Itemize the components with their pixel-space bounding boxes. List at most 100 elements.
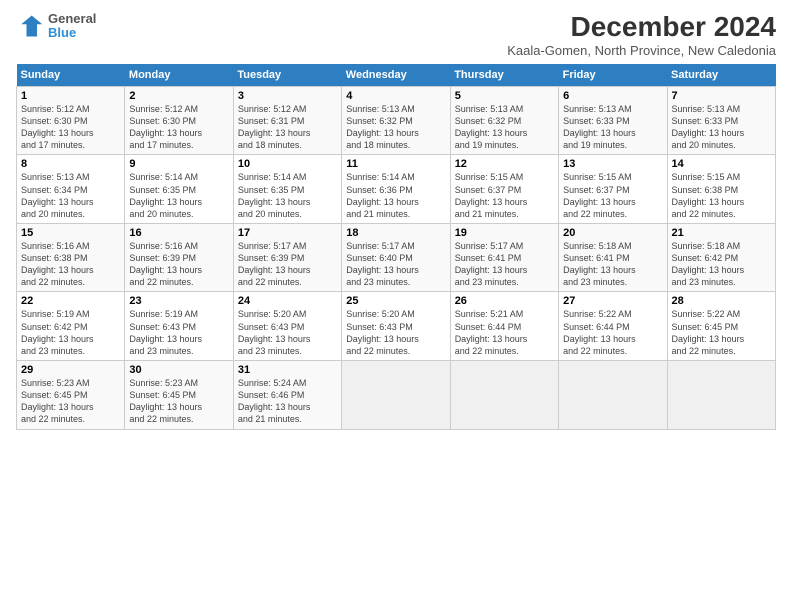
week-row-1: 1Sunrise: 5:12 AM Sunset: 6:30 PM Daylig… [17, 86, 776, 155]
day-number: 30 [129, 364, 228, 376]
day-info: Sunrise: 5:12 AM Sunset: 6:31 PM Dayligh… [238, 103, 337, 152]
week-row-4: 22Sunrise: 5:19 AM Sunset: 6:42 PM Dayli… [17, 292, 776, 361]
day-info: Sunrise: 5:13 AM Sunset: 6:33 PM Dayligh… [563, 103, 662, 152]
day-number: 12 [455, 158, 554, 170]
day-info: Sunrise: 5:15 AM Sunset: 6:38 PM Dayligh… [672, 171, 771, 220]
logo-icon [16, 12, 44, 40]
day-number: 5 [455, 90, 554, 102]
day-info: Sunrise: 5:23 AM Sunset: 6:45 PM Dayligh… [21, 377, 120, 426]
day-info: Sunrise: 5:16 AM Sunset: 6:38 PM Dayligh… [21, 240, 120, 289]
day-info: Sunrise: 5:17 AM Sunset: 6:41 PM Dayligh… [455, 240, 554, 289]
calendar-table: SundayMondayTuesdayWednesdayThursdayFrid… [16, 64, 776, 430]
calendar-cell: 14Sunrise: 5:15 AM Sunset: 6:38 PM Dayli… [667, 155, 775, 224]
day-info: Sunrise: 5:12 AM Sunset: 6:30 PM Dayligh… [21, 103, 120, 152]
day-info: Sunrise: 5:17 AM Sunset: 6:40 PM Dayligh… [346, 240, 445, 289]
page: General Blue December 2024 Kaala-Gomen, … [0, 0, 792, 612]
day-number: 14 [672, 158, 771, 170]
day-number: 22 [21, 295, 120, 307]
day-number: 19 [455, 227, 554, 239]
calendar-cell: 22Sunrise: 5:19 AM Sunset: 6:42 PM Dayli… [17, 292, 125, 361]
day-number: 13 [563, 158, 662, 170]
calendar-cell: 15Sunrise: 5:16 AM Sunset: 6:38 PM Dayli… [17, 223, 125, 292]
day-number: 24 [238, 295, 337, 307]
day-number: 27 [563, 295, 662, 307]
calendar-cell: 31Sunrise: 5:24 AM Sunset: 6:46 PM Dayli… [233, 361, 341, 430]
day-info: Sunrise: 5:20 AM Sunset: 6:43 PM Dayligh… [238, 308, 337, 357]
day-info: Sunrise: 5:13 AM Sunset: 6:34 PM Dayligh… [21, 171, 120, 220]
day-info: Sunrise: 5:12 AM Sunset: 6:30 PM Dayligh… [129, 103, 228, 152]
col-header-saturday: Saturday [667, 64, 775, 87]
day-info: Sunrise: 5:20 AM Sunset: 6:43 PM Dayligh… [346, 308, 445, 357]
day-info: Sunrise: 5:18 AM Sunset: 6:42 PM Dayligh… [672, 240, 771, 289]
day-info: Sunrise: 5:18 AM Sunset: 6:41 PM Dayligh… [563, 240, 662, 289]
calendar-cell: 9Sunrise: 5:14 AM Sunset: 6:35 PM Daylig… [125, 155, 233, 224]
header-row: SundayMondayTuesdayWednesdayThursdayFrid… [17, 64, 776, 87]
day-number: 31 [238, 364, 337, 376]
calendar-cell: 27Sunrise: 5:22 AM Sunset: 6:44 PM Dayli… [559, 292, 667, 361]
calendar-cell: 30Sunrise: 5:23 AM Sunset: 6:45 PM Dayli… [125, 361, 233, 430]
day-number: 6 [563, 90, 662, 102]
week-row-5: 29Sunrise: 5:23 AM Sunset: 6:45 PM Dayli… [17, 361, 776, 430]
calendar-cell: 3Sunrise: 5:12 AM Sunset: 6:31 PM Daylig… [233, 86, 341, 155]
calendar-cell: 21Sunrise: 5:18 AM Sunset: 6:42 PM Dayli… [667, 223, 775, 292]
day-number: 26 [455, 295, 554, 307]
day-info: Sunrise: 5:22 AM Sunset: 6:45 PM Dayligh… [672, 308, 771, 357]
calendar-cell: 4Sunrise: 5:13 AM Sunset: 6:32 PM Daylig… [342, 86, 450, 155]
day-number: 16 [129, 227, 228, 239]
day-info: Sunrise: 5:13 AM Sunset: 6:32 PM Dayligh… [346, 103, 445, 152]
calendar-cell: 25Sunrise: 5:20 AM Sunset: 6:43 PM Dayli… [342, 292, 450, 361]
day-info: Sunrise: 5:14 AM Sunset: 6:35 PM Dayligh… [129, 171, 228, 220]
day-number: 20 [563, 227, 662, 239]
col-header-friday: Friday [559, 64, 667, 87]
day-number: 4 [346, 90, 445, 102]
day-number: 3 [238, 90, 337, 102]
day-info: Sunrise: 5:15 AM Sunset: 6:37 PM Dayligh… [455, 171, 554, 220]
calendar-cell: 17Sunrise: 5:17 AM Sunset: 6:39 PM Dayli… [233, 223, 341, 292]
title-area: December 2024 Kaala-Gomen, North Provinc… [507, 12, 776, 58]
logo-text: General Blue [48, 12, 96, 41]
day-number: 15 [21, 227, 120, 239]
day-info: Sunrise: 5:13 AM Sunset: 6:32 PM Dayligh… [455, 103, 554, 152]
day-number: 7 [672, 90, 771, 102]
calendar-cell: 11Sunrise: 5:14 AM Sunset: 6:36 PM Dayli… [342, 155, 450, 224]
day-number: 28 [672, 295, 771, 307]
calendar-cell: 28Sunrise: 5:22 AM Sunset: 6:45 PM Dayli… [667, 292, 775, 361]
subtitle: Kaala-Gomen, North Province, New Caledon… [507, 43, 776, 58]
logo-line2: Blue [48, 26, 96, 40]
calendar-cell: 7Sunrise: 5:13 AM Sunset: 6:33 PM Daylig… [667, 86, 775, 155]
logo: General Blue [16, 12, 96, 41]
calendar-cell: 13Sunrise: 5:15 AM Sunset: 6:37 PM Dayli… [559, 155, 667, 224]
calendar-cell: 23Sunrise: 5:19 AM Sunset: 6:43 PM Dayli… [125, 292, 233, 361]
calendar-cell: 12Sunrise: 5:15 AM Sunset: 6:37 PM Dayli… [450, 155, 558, 224]
calendar-cell: 8Sunrise: 5:13 AM Sunset: 6:34 PM Daylig… [17, 155, 125, 224]
calendar-cell: 24Sunrise: 5:20 AM Sunset: 6:43 PM Dayli… [233, 292, 341, 361]
calendar-cell: 5Sunrise: 5:13 AM Sunset: 6:32 PM Daylig… [450, 86, 558, 155]
day-number: 29 [21, 364, 120, 376]
calendar-cell: 26Sunrise: 5:21 AM Sunset: 6:44 PM Dayli… [450, 292, 558, 361]
col-header-sunday: Sunday [17, 64, 125, 87]
day-info: Sunrise: 5:19 AM Sunset: 6:43 PM Dayligh… [129, 308, 228, 357]
day-info: Sunrise: 5:14 AM Sunset: 6:35 PM Dayligh… [238, 171, 337, 220]
col-header-thursday: Thursday [450, 64, 558, 87]
col-header-monday: Monday [125, 64, 233, 87]
calendar-cell: 29Sunrise: 5:23 AM Sunset: 6:45 PM Dayli… [17, 361, 125, 430]
calendar-cell [559, 361, 667, 430]
day-info: Sunrise: 5:24 AM Sunset: 6:46 PM Dayligh… [238, 377, 337, 426]
header: General Blue December 2024 Kaala-Gomen, … [16, 12, 776, 58]
calendar-cell: 20Sunrise: 5:18 AM Sunset: 6:41 PM Dayli… [559, 223, 667, 292]
calendar-cell: 2Sunrise: 5:12 AM Sunset: 6:30 PM Daylig… [125, 86, 233, 155]
calendar-cell: 6Sunrise: 5:13 AM Sunset: 6:33 PM Daylig… [559, 86, 667, 155]
calendar-cell [450, 361, 558, 430]
day-info: Sunrise: 5:16 AM Sunset: 6:39 PM Dayligh… [129, 240, 228, 289]
logo-line1: General [48, 12, 96, 26]
day-info: Sunrise: 5:13 AM Sunset: 6:33 PM Dayligh… [672, 103, 771, 152]
day-info: Sunrise: 5:15 AM Sunset: 6:37 PM Dayligh… [563, 171, 662, 220]
calendar-cell: 16Sunrise: 5:16 AM Sunset: 6:39 PM Dayli… [125, 223, 233, 292]
day-number: 11 [346, 158, 445, 170]
day-info: Sunrise: 5:21 AM Sunset: 6:44 PM Dayligh… [455, 308, 554, 357]
calendar-cell: 19Sunrise: 5:17 AM Sunset: 6:41 PM Dayli… [450, 223, 558, 292]
day-number: 1 [21, 90, 120, 102]
day-number: 21 [672, 227, 771, 239]
main-title: December 2024 [507, 12, 776, 43]
day-number: 9 [129, 158, 228, 170]
